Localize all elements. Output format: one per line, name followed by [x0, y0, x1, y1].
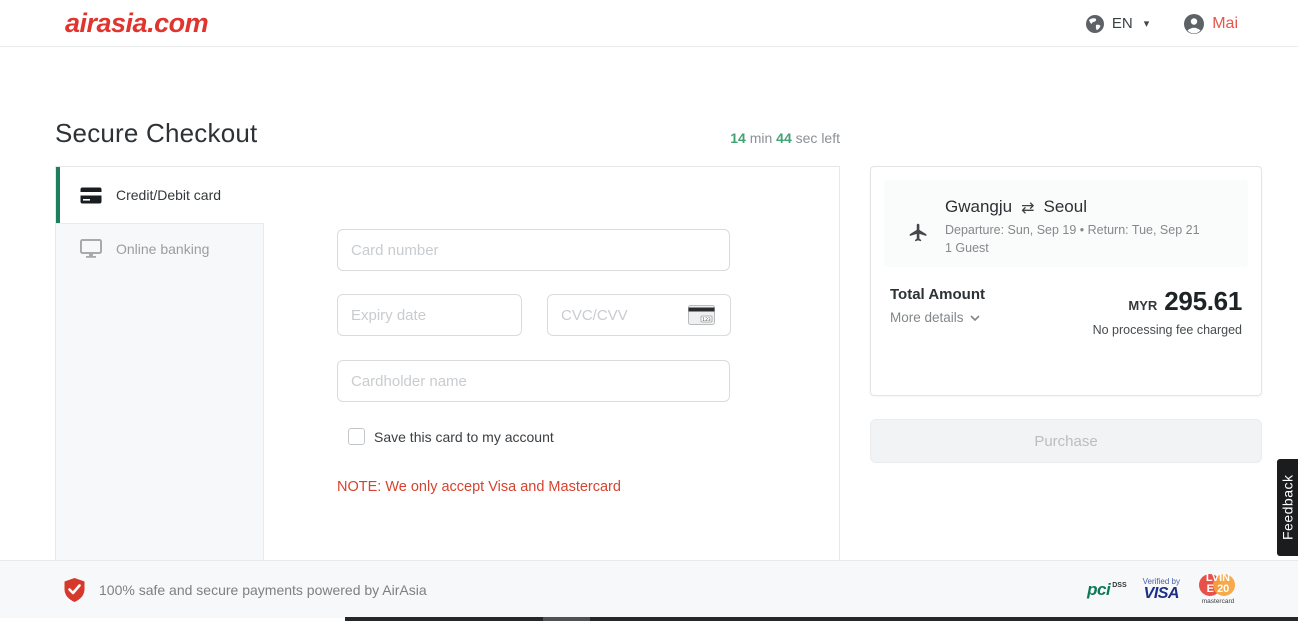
purchase-button[interactable]: Purchase	[870, 419, 1262, 463]
airasia-logo[interactable]: airasia.com	[65, 8, 208, 39]
svg-text:123: 123	[702, 317, 711, 323]
scrollbar-thumb[interactable]	[543, 617, 590, 621]
trip-route: Gwangju ⇄ Seoul	[945, 197, 1200, 217]
cvc-card-icon: 123	[688, 305, 715, 325]
language-selector[interactable]: EN ▾	[1085, 14, 1149, 34]
secure-checkout-page: airasia.com EN ▾	[0, 0, 1298, 621]
amount-line: MYR 295.61	[1093, 286, 1242, 317]
card-acceptance-note: NOTE: We only accept Visa and Mastercard	[337, 479, 621, 495]
timer-seconds: 44	[776, 130, 792, 146]
footer: 100% safe and secure payments powered by…	[0, 560, 1298, 618]
horizontal-scrollbar[interactable]	[345, 617, 1298, 621]
payment-method-tabs: Credit/Debit card Online banking	[56, 167, 264, 560]
expiry-date-input[interactable]	[337, 294, 522, 336]
total-amount-row: Total Amount More details MYR 295.61 No …	[871, 280, 1261, 337]
cardholder-name-input[interactable]	[337, 360, 730, 402]
secure-payments-text: 100% safe and secure payments powered by…	[99, 582, 427, 598]
timer-sec-label: sec left	[792, 130, 840, 146]
total-amount-label: Total Amount	[890, 286, 985, 303]
payment-logos: pci DSS Verified by VISA LVIN E 20 maste…	[1087, 561, 1240, 619]
processing-fee-note: No processing fee charged	[1093, 323, 1242, 337]
save-card-row[interactable]: Save this card to my account	[348, 428, 554, 445]
pci-dss-logo: pci DSS	[1087, 580, 1126, 600]
pci-logo-text: pci	[1087, 580, 1110, 600]
verified-by-visa-logo: Verified by VISA	[1143, 578, 1180, 602]
pci-dss-text: DSS	[1112, 582, 1126, 589]
credit-card-icon	[80, 187, 102, 204]
card-number-input[interactable]	[337, 229, 730, 271]
tab-online-banking[interactable]: Online banking	[56, 223, 264, 560]
page-title: Secure Checkout	[55, 118, 257, 149]
round-trip-arrows-icon: ⇄	[1021, 198, 1034, 217]
tab-label: Online banking	[116, 241, 209, 257]
monitor-icon	[80, 239, 102, 258]
trip-dates: Departure: Sun, Sep 19 • Return: Tue, Se…	[945, 223, 1200, 237]
watermark-line2: E 20	[1196, 584, 1240, 595]
trip-text: Gwangju ⇄ Seoul Departure: Sun, Sep 19 •…	[945, 197, 1200, 267]
save-card-checkbox[interactable]	[348, 428, 365, 445]
timer-minutes: 14	[730, 130, 746, 146]
chevron-down-icon: ▾	[1144, 17, 1150, 30]
timer-min-label: min	[746, 130, 776, 146]
more-details-label: More details	[890, 310, 964, 325]
save-card-label: Save this card to my account	[374, 429, 554, 445]
total-left: Total Amount More details	[890, 286, 985, 337]
title-row: Secure Checkout 14 min 44 sec left	[55, 118, 840, 149]
payment-panel: Credit/Debit card Online banking	[55, 166, 840, 560]
user-name: Mai	[1212, 15, 1238, 33]
account-menu[interactable]: Mai	[1183, 13, 1238, 35]
card-form: 123 Save this card to my account NOTE: W…	[264, 167, 839, 560]
feedback-tab[interactable]: Feedback	[1277, 459, 1298, 556]
trip-summary-card: Gwangju ⇄ Seoul Departure: Sun, Sep 19 •…	[884, 180, 1248, 267]
airplane-icon	[908, 197, 929, 267]
mastercard-logo: LVIN E 20 mastercard	[1196, 572, 1240, 608]
mastercard-label: mastercard	[1196, 598, 1240, 605]
chevron-down-icon	[970, 315, 980, 321]
origin-city: Gwangju	[945, 197, 1012, 217]
tab-credit-debit-card[interactable]: Credit/Debit card	[56, 167, 264, 223]
watermark-text: LVIN E 20	[1196, 573, 1240, 595]
more-details-toggle[interactable]: More details	[890, 310, 985, 325]
destination-city: Seoul	[1044, 197, 1087, 217]
countdown-timer: 14 min 44 sec left	[730, 130, 840, 149]
total-right: MYR 295.61 No processing fee charged	[1093, 286, 1242, 337]
shield-check-icon	[63, 577, 86, 603]
tab-label: Credit/Debit card	[116, 187, 221, 203]
visa-logo-text: VISA	[1143, 586, 1180, 602]
globe-icon	[1085, 14, 1105, 34]
language-label: EN	[1112, 15, 1133, 32]
currency-code: MYR	[1128, 298, 1157, 313]
user-icon	[1183, 13, 1205, 35]
booking-summary-panel: Gwangju ⇄ Seoul Departure: Sun, Sep 19 •…	[870, 166, 1262, 396]
guest-count: 1 Guest	[945, 241, 1200, 255]
top-bar: airasia.com EN ▾	[0, 0, 1298, 47]
topbar-right: EN ▾ Mai	[1085, 0, 1238, 47]
total-amount-value: 295.61	[1164, 286, 1242, 317]
